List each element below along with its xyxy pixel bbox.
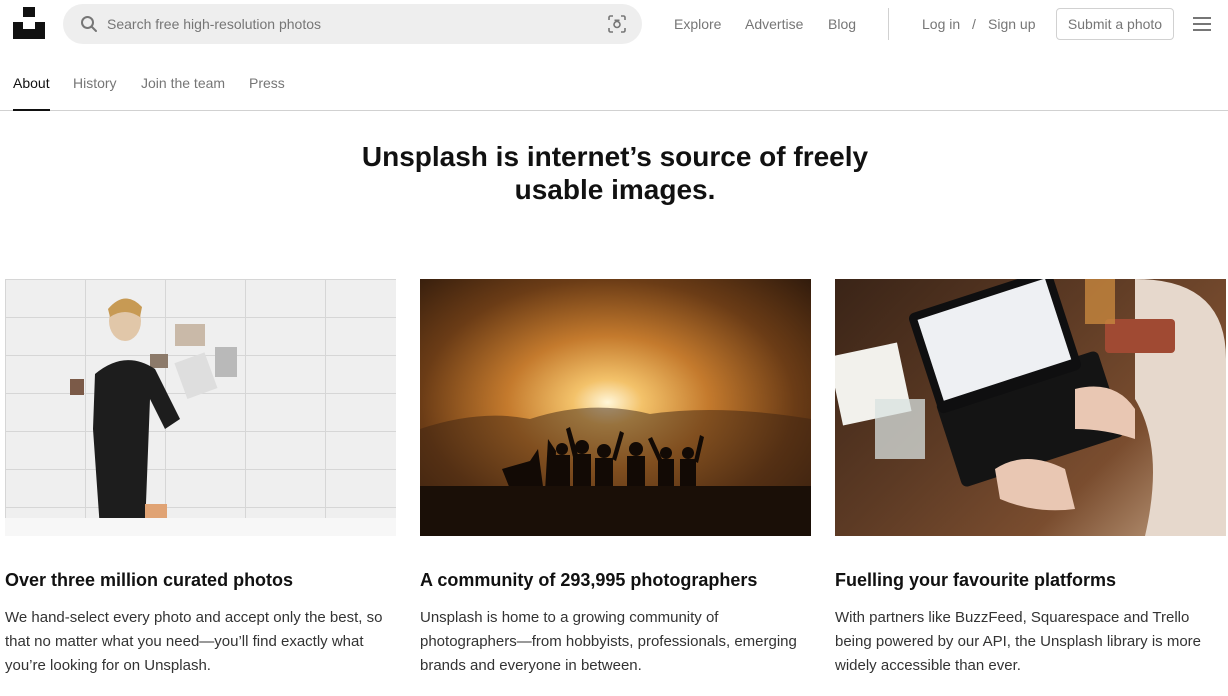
laptop-workspace-photo xyxy=(835,279,1226,536)
search-bar xyxy=(63,4,642,44)
login-link[interactable]: Log in xyxy=(922,0,960,48)
signup-link[interactable]: Sign up xyxy=(988,0,1035,48)
studio-wall-photo xyxy=(5,279,396,536)
nav-blog-link[interactable]: Blog xyxy=(828,16,856,32)
card-body: Unsplash is home to a growing community … xyxy=(420,609,797,674)
tab-press[interactable]: Press xyxy=(249,56,285,110)
card-body: With partners like BuzzFeed, Squarespace… xyxy=(835,609,1202,674)
card-body: We hand-select every photo and accept on… xyxy=(5,609,383,674)
feature-card-platforms: Fuelling your favourite platforms With p… xyxy=(835,279,1226,678)
search-input[interactable] xyxy=(107,12,587,36)
page-headline: Unsplash is internet’s source of freely … xyxy=(340,140,890,206)
signup-link-text[interactable]: Sign up xyxy=(988,16,1035,32)
hamburger-menu-icon[interactable] xyxy=(1193,17,1211,31)
nav-advertise-link[interactable]: Advertise xyxy=(745,16,803,32)
top-header: Explore Advertise Blog Log in / Sign up … xyxy=(0,0,1228,48)
nav-explore[interactable]: Explore xyxy=(674,0,721,48)
feature-card-community: A community of 293,995 photographers Uns… xyxy=(420,279,811,678)
feature-card-photos: Over three million curated photos We han… xyxy=(5,279,396,678)
tab-join-the-team[interactable]: Join the team xyxy=(141,56,225,110)
about-tabs: About History Join the team Press xyxy=(0,56,1228,111)
tab-history[interactable]: History xyxy=(73,56,117,110)
nav-divider xyxy=(888,8,889,40)
card-title: Fuelling your favourite platforms xyxy=(835,570,1117,590)
unsplash-logo[interactable] xyxy=(13,7,45,39)
search-icon[interactable] xyxy=(80,15,98,33)
nav-explore-link[interactable]: Explore xyxy=(674,16,721,32)
login-signup-separator: / xyxy=(972,16,976,32)
sunset-silhouettes-photo xyxy=(420,279,811,536)
nav-blog[interactable]: Blog xyxy=(828,0,856,48)
visual-search-icon[interactable] xyxy=(608,15,626,33)
nav-advertise[interactable]: Advertise xyxy=(745,0,803,48)
tab-about[interactable]: About xyxy=(13,56,50,111)
login-link-text[interactable]: Log in xyxy=(922,16,960,32)
card-title: Over three million curated photos xyxy=(5,570,294,590)
submit-photo-button[interactable]: Submit a photo xyxy=(1056,8,1174,40)
headline-line-2: usable images. xyxy=(514,174,716,205)
card-title: A community of 293,995 photographers xyxy=(420,570,758,590)
headline-line-1: Unsplash is internet’s source of freely xyxy=(361,141,869,172)
